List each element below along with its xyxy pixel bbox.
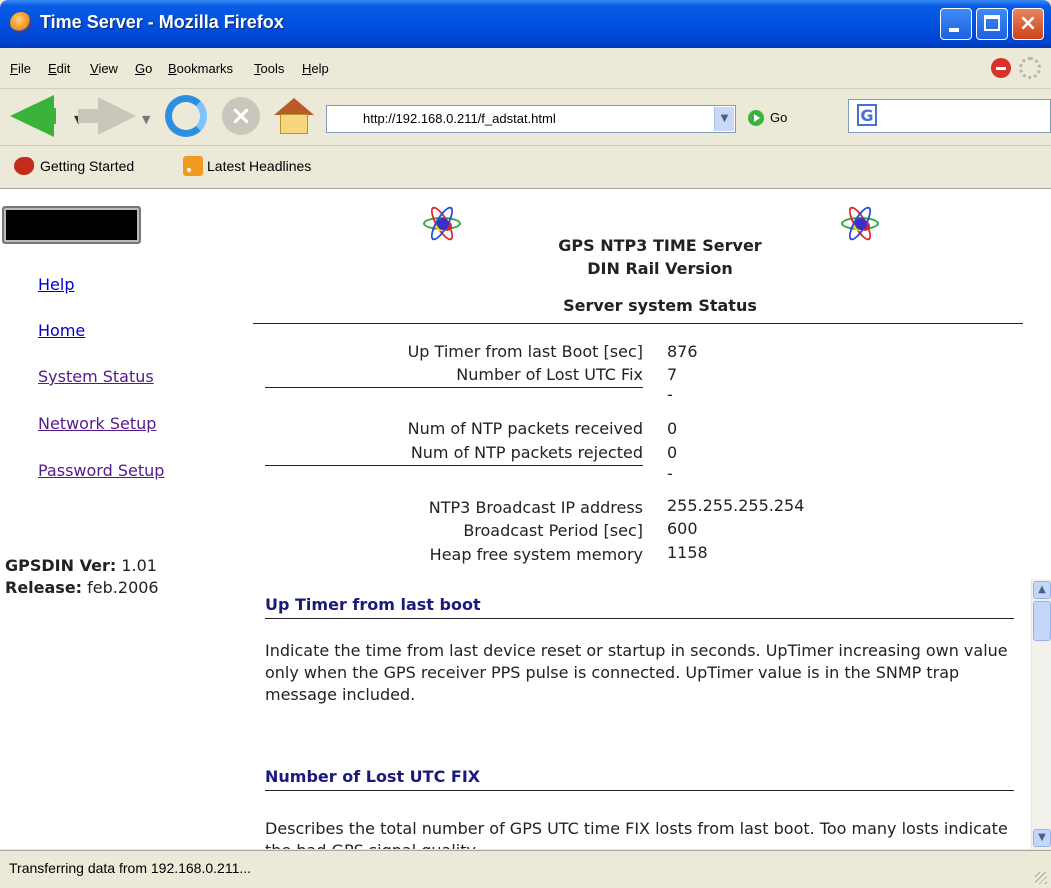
status-separator: - [667, 464, 673, 483]
go-button[interactable]: Go [770, 110, 787, 125]
help-heading-uptimer: Up Timer from last boot [265, 595, 481, 614]
scroll-up-icon[interactable]: ▲ [1033, 581, 1051, 599]
minimize-icon [949, 28, 959, 32]
help-heading-lost-utc: Number of Lost UTC FIX [265, 767, 481, 786]
maximize-button[interactable] [976, 8, 1008, 40]
scroll-down-icon[interactable]: ▼ [1033, 829, 1051, 847]
release-label: Release: [5, 578, 83, 597]
window-title: Time Server - Mozilla Firefox [40, 12, 284, 32]
status-label-broadcast-period: Broadcast Period [sec] [463, 521, 643, 540]
status-label-ntp-rejected: Num of NTP packets rejected [410, 443, 643, 462]
sidebar-link-system-status[interactable]: System Status [38, 367, 154, 386]
sidebar-link-network-setup[interactable]: Network Setup [38, 414, 156, 433]
status-value-broadcast-ip: 255.255.255.254 [667, 496, 805, 515]
navigation-toolbar: ▼ ▼ × http://192.168.0.211/f_adstat.html… [0, 89, 1051, 146]
status-divider [265, 387, 643, 388]
release-value: feb.2006 [87, 578, 159, 597]
status-value-uptime: 876 [667, 342, 698, 361]
menu-file[interactable]: File [10, 61, 31, 76]
status-label-heap-free: Heap free system memory [429, 545, 643, 564]
status-separator: - [667, 385, 673, 404]
atom-icon-right [841, 203, 881, 244]
bookmark-latest-headlines[interactable]: Latest Headlines [207, 158, 311, 174]
sidebar-link-password-setup[interactable]: Password Setup [38, 461, 164, 480]
menu-tools[interactable]: Tools [254, 61, 284, 76]
help-text-uptimer: Indicate the time from last device reset… [265, 641, 1008, 704]
scroll-thumb[interactable] [1033, 601, 1051, 641]
sidebar-link-help[interactable]: Help [38, 275, 74, 294]
go-icon[interactable] [748, 110, 764, 126]
address-bar[interactable]: http://192.168.0.211/f_adstat.html ▼ [326, 105, 736, 133]
logo [2, 206, 141, 244]
status-divider [265, 465, 643, 466]
forward-arrow-icon[interactable] [78, 97, 136, 135]
page-title: GPS NTP3 TIME Server DIN Rail Version [520, 234, 800, 280]
menu-view[interactable]: View [90, 61, 118, 76]
google-search-icon[interactable]: G [857, 104, 877, 126]
page-title-line2: DIN Rail Version [587, 259, 733, 278]
adblock-icon[interactable] [991, 58, 1011, 78]
address-input[interactable]: http://192.168.0.211/f_adstat.html [363, 111, 556, 126]
firefox-icon [10, 12, 32, 34]
help-divider [265, 790, 1014, 791]
menu-bar: File Edit View Go Bookmarks Tools Help [0, 50, 1051, 89]
version-info: GPSDIN Ver: 1.01 Release: feb.2006 [5, 555, 159, 599]
throbber-icon [1019, 57, 1041, 79]
status-value-lost-utc: 7 [667, 365, 678, 384]
stop-icon[interactable]: × [222, 97, 260, 135]
help-divider [265, 618, 1014, 619]
rss-icon [183, 156, 203, 176]
version-label: GPSDIN Ver: [5, 556, 117, 575]
status-value-ntp-received: 0 [667, 419, 678, 438]
header-divider [253, 323, 1023, 324]
help-frame-scrollbar[interactable]: ▲ ▼ [1031, 579, 1051, 849]
status-text: Transferring data from 192.168.0.211... [9, 860, 252, 876]
menu-go[interactable]: Go [135, 61, 152, 76]
status-label-uptime: Up Timer from last Boot [sec] [407, 342, 643, 361]
back-arrow-icon[interactable] [10, 95, 56, 137]
maximize-icon [984, 15, 1000, 31]
atom-icon-left [423, 203, 463, 244]
version-value: 1.01 [121, 556, 157, 575]
reload-icon[interactable] [165, 95, 207, 137]
page-subtitle: Server system Status [563, 296, 757, 315]
status-value-heap-free: 1158 [667, 543, 708, 562]
status-label-lost-utc: Number of Lost UTC Fix [456, 365, 643, 384]
menu-bookmarks[interactable]: Bookmarks [168, 61, 233, 76]
title-bar: Time Server - Mozilla Firefox × [0, 0, 1051, 48]
status-label-broadcast-ip: NTP3 Broadcast IP address [428, 498, 643, 517]
status-bar: Transferring data from 192.168.0.211... [0, 850, 1051, 888]
close-button[interactable]: × [1012, 8, 1044, 40]
help-text-lost-utc: Describes the total number of GPS UTC ti… [265, 819, 1008, 849]
close-icon: × [1018, 11, 1038, 36]
status-value-broadcast-period: 600 [667, 519, 698, 538]
menu-edit[interactable]: Edit [48, 61, 70, 76]
minimize-button[interactable] [940, 8, 972, 40]
status-value-ntp-rejected: 0 [667, 443, 678, 462]
menu-help[interactable]: Help [302, 61, 329, 76]
resize-grip-icon[interactable] [1035, 872, 1047, 884]
bookmark-getting-started[interactable]: Getting Started [40, 158, 134, 174]
firefox-bookmark-icon [14, 157, 34, 175]
status-label-ntp-received: Num of NTP packets received [407, 419, 643, 438]
search-input[interactable]: G [848, 99, 1051, 133]
sidebar-link-home[interactable]: Home [38, 321, 85, 340]
home-icon[interactable] [274, 98, 314, 134]
page-content: Help Home System Status Network Setup Pa… [0, 189, 1051, 849]
page-title-line1: GPS NTP3 TIME Server [558, 236, 762, 255]
bookmarks-toolbar [0, 146, 1051, 189]
forward-dropdown-icon[interactable]: ▼ [142, 113, 150, 126]
address-dropdown-icon[interactable]: ▼ [714, 107, 734, 131]
